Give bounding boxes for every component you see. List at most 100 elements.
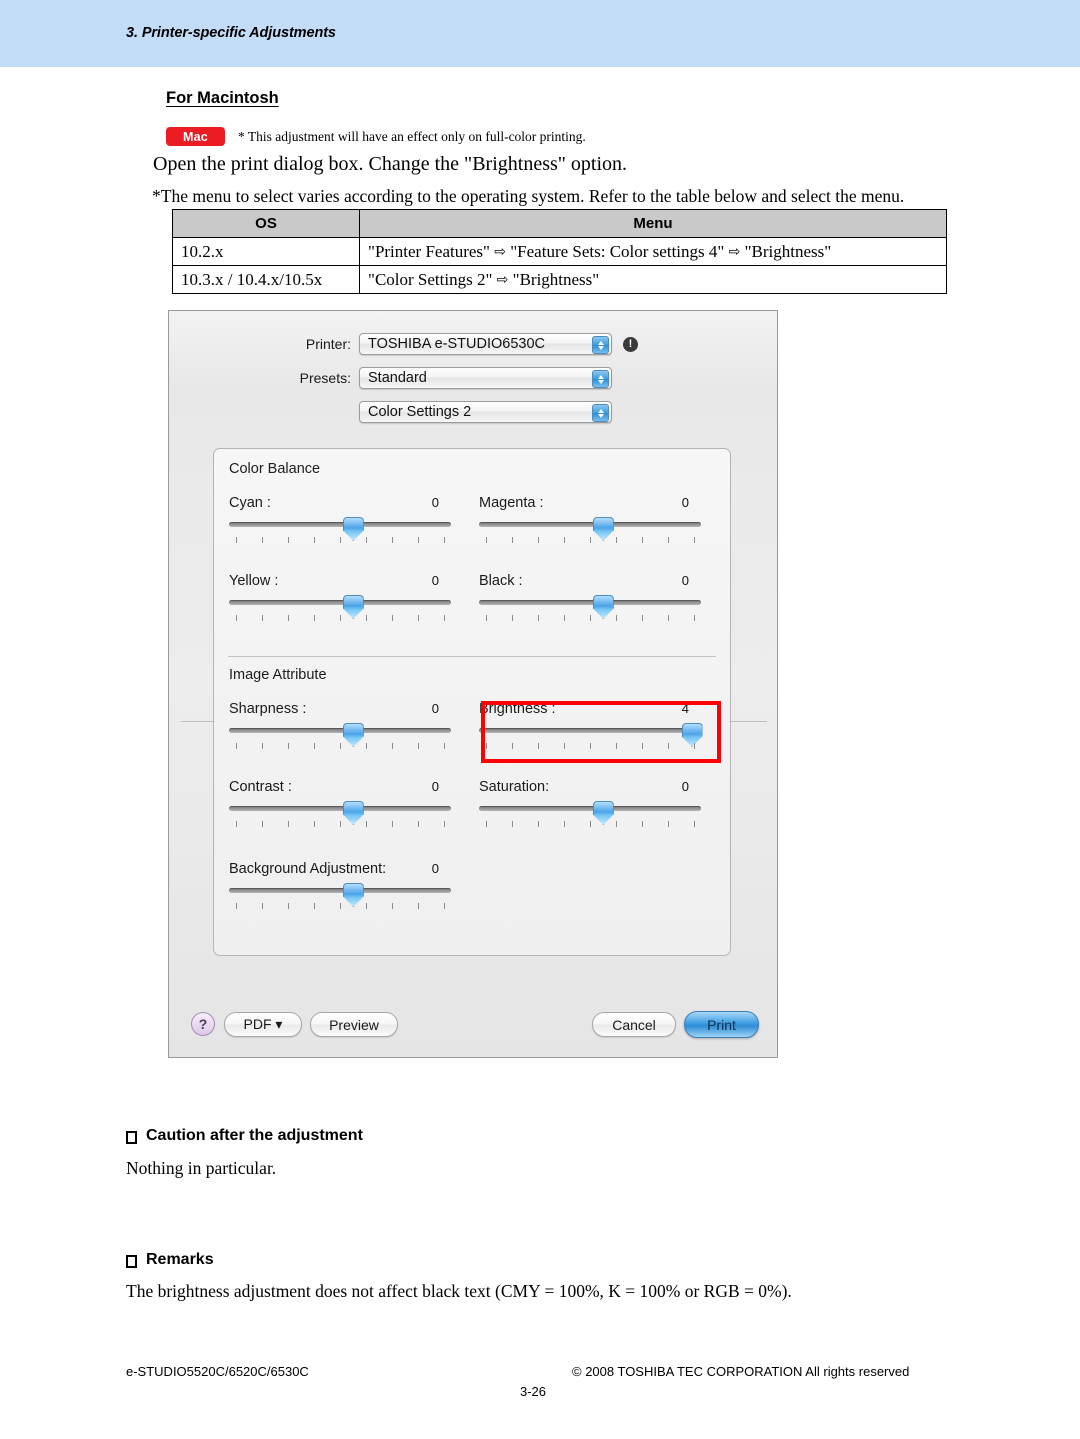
slider-background-adjustment[interactable]: Background Adjustment: 0 [229, 861, 451, 913]
slider-black-head: Black : 0 [479, 573, 701, 589]
slider-background-label: Background Adjustment: [229, 861, 387, 877]
os-menu-table: OS Menu 10.2.x "Printer Features" ⇨ "Fea… [172, 209, 947, 294]
table-header-menu: Menu [359, 209, 947, 238]
slider-yellow-head: Yellow : 0 [229, 573, 451, 589]
slider-brightness-track[interactable] [479, 728, 701, 733]
table-row: 10.2.x "Printer Features" ⇨ "Feature Set… [172, 237, 947, 266]
slider-cyan-ticks [229, 537, 451, 545]
print-button[interactable]: Print [684, 1011, 759, 1038]
caution-heading-text: Caution after the adjustment [146, 1127, 363, 1144]
slider-brightness-track-wrap[interactable] [479, 723, 703, 753]
settings-pane-value: Color Settings 2 [368, 404, 472, 420]
slider-cyan-head: Cyan : 0 [229, 495, 451, 511]
presets-label: Presets: [299, 370, 351, 386]
slider-background-track-wrap[interactable] [229, 883, 451, 913]
slider-contrast[interactable]: Contrast : 0 [229, 779, 451, 831]
slider-black-track[interactable] [479, 600, 701, 605]
slider-saturation-ticks [479, 821, 701, 829]
slider-sharpness-track-wrap[interactable] [229, 723, 451, 753]
slider-cyan-track-wrap[interactable] [229, 517, 451, 547]
slider-sharpness[interactable]: Sharpness : 0 [229, 701, 451, 753]
slider-background-value: 0 [431, 861, 439, 876]
slider-sharpness-head: Sharpness : 0 [229, 701, 451, 717]
slider-contrast-ticks [229, 821, 451, 829]
settings-pane-select[interactable]: Color Settings 2 [359, 401, 612, 423]
slider-background-ticks [229, 903, 451, 911]
instruction-text: Open the print dialog box. Change the "B… [153, 153, 628, 175]
footer-model-text: e-STUDIO5520C/6520C/6530C [126, 1364, 309, 1379]
table-header-os: OS [172, 209, 360, 238]
slider-magenta-track-wrap[interactable] [479, 517, 701, 547]
slider-black-label: Black : [479, 573, 523, 589]
slider-saturation[interactable]: Saturation: 0 [479, 779, 701, 831]
slider-cyan[interactable]: Cyan : 0 [229, 495, 451, 547]
slider-black-value: 0 [681, 573, 689, 588]
slider-sharpness-ticks [229, 743, 451, 751]
table-cell-os: 10.3.x / 10.4.x/10.5x [172, 265, 360, 294]
slider-black-track-wrap[interactable] [479, 595, 701, 625]
slider-cyan-track[interactable] [229, 522, 451, 527]
group-title-color-balance: Color Balance [229, 461, 321, 477]
chapter-title: 3. Printer-specific Adjustments [126, 25, 336, 41]
slider-sharpness-track[interactable] [229, 728, 451, 733]
slider-magenta-value: 0 [681, 495, 689, 510]
slider-cyan-value: 0 [431, 495, 439, 510]
slider-brightness-head: Brightness : 4 [479, 701, 701, 717]
chevron-updown-icon [592, 404, 609, 422]
mac-badge-row: Mac * This adjustment will have an effec… [166, 127, 586, 146]
slider-contrast-value: 0 [431, 779, 439, 794]
slider-yellow-label: Yellow : [229, 573, 279, 589]
slider-magenta-track[interactable] [479, 522, 701, 527]
slider-saturation-track-wrap[interactable] [479, 801, 701, 831]
arrow-right-icon: ⇨ [728, 243, 741, 260]
caution-body: Nothing in particular. [126, 1158, 277, 1178]
mac-badge-note: * This adjustment will have an effect on… [238, 128, 586, 144]
slider-black-ticks [479, 615, 701, 623]
slider-contrast-head: Contrast : 0 [229, 779, 451, 795]
slider-yellow[interactable]: Yellow : 0 [229, 573, 451, 625]
slider-contrast-track-wrap[interactable] [229, 801, 451, 831]
slider-contrast-track[interactable] [229, 806, 451, 811]
slider-magenta-ticks [479, 537, 701, 545]
help-button[interactable]: ? [191, 1012, 215, 1036]
slider-yellow-track[interactable] [229, 600, 451, 605]
slider-background-track[interactable] [229, 888, 451, 893]
slider-magenta-label: Magenta : [479, 495, 544, 511]
remarks-heading: Remarks [126, 1251, 214, 1269]
cancel-button[interactable]: Cancel [592, 1012, 676, 1037]
slider-saturation-track[interactable] [479, 806, 701, 811]
preview-button[interactable]: Preview [310, 1012, 398, 1037]
pdf-button[interactable]: PDF ▾ [224, 1012, 302, 1037]
presets-select[interactable]: Standard [359, 367, 612, 389]
printer-select[interactable]: TOSHIBA e-STUDIO6530C [359, 333, 612, 355]
arrow-right-icon: ⇨ [494, 243, 506, 260]
menu-part: "Color Settings 2" [368, 269, 493, 289]
footer-copyright-text: © 2008 TOSHIBA TEC CORPORATION All right… [572, 1364, 910, 1379]
slider-yellow-value: 0 [431, 573, 439, 588]
table-header-row: OS Menu [172, 209, 947, 238]
slider-brightness[interactable]: Brightness : 4 [479, 701, 703, 753]
mac-platform-badge: Mac [166, 127, 225, 146]
presets-select-value: Standard [368, 370, 427, 386]
slider-brightness-label: Brightness : [479, 701, 556, 717]
slider-contrast-label: Contrast : [229, 779, 292, 795]
slider-yellow-track-wrap[interactable] [229, 595, 451, 625]
arrow-right-icon: ⇨ [496, 271, 509, 288]
menu-part: "Printer Features" [368, 241, 490, 261]
printer-select-value: TOSHIBA e-STUDIO6530C [368, 336, 546, 352]
table-row: 10.3.x / 10.4.x/10.5x "Color Settings 2"… [172, 265, 947, 294]
group-divider [228, 656, 716, 657]
table-cell-menu: "Printer Features" ⇨ "Feature Sets: Colo… [359, 237, 947, 266]
menu-part: "Brightness" [744, 241, 832, 261]
settings-group-box: Color Balance Image Attribute Cyan : 0 M… [213, 448, 731, 956]
slider-cyan-label: Cyan : [229, 495, 271, 511]
menu-note-text: *The menu to select varies according to … [152, 186, 905, 206]
slider-saturation-value: 0 [681, 779, 689, 794]
printer-info-icon[interactable]: ! [623, 336, 638, 352]
slider-brightness-value: 4 [681, 701, 689, 716]
slider-sharpness-label: Sharpness : [229, 701, 307, 717]
slider-background-head: Background Adjustment: 0 [229, 861, 451, 877]
slider-magenta[interactable]: Magenta : 0 [479, 495, 701, 547]
slider-sharpness-value: 0 [431, 701, 439, 716]
slider-black[interactable]: Black : 0 [479, 573, 701, 625]
